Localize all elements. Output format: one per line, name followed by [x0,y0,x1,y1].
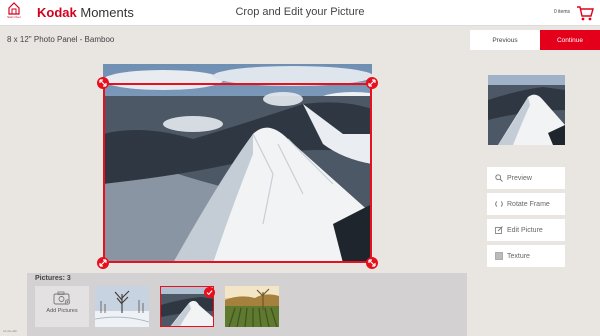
add-pictures-label: Add Pictures [46,308,78,314]
edit-picture-label: Edit Picture [507,226,543,234]
crop-handle-top-left[interactable] [97,77,109,89]
cart-icon [577,6,594,21]
product-name: 8 x 12" Photo Panel - Bamboo [7,35,115,44]
texture-icon [495,252,503,260]
preview-button[interactable]: Preview [487,167,565,189]
resize-arrow-icon [368,259,376,267]
rotate-frame-label: Rotate Frame [507,200,550,208]
crop-canvas[interactable] [97,64,378,269]
texture-label: Texture [507,252,530,260]
crop-handle-bottom-left[interactable] [97,257,109,269]
pictures-tray: Pictures: 3 Add Pictures [27,273,467,336]
footer-note: rcl-rtlu-dkh [3,329,18,333]
top-bar: Start Over Kodak Moments Crop and Edit y… [0,0,600,26]
pencil-icon [495,226,503,234]
pictures-count: Pictures: 3 [35,275,71,282]
page-title: Crop and Edit your Picture [235,6,365,18]
picture-thumbnail[interactable] [225,286,279,327]
crop-handle-bottom-right[interactable] [366,257,378,269]
crop-frame[interactable] [103,83,372,263]
edit-picture-button[interactable]: Edit Picture [487,219,565,241]
previous-button[interactable]: Previous [470,30,540,50]
crop-handle-top-right[interactable] [366,77,378,89]
rotate-frame-button[interactable]: Rotate Frame [487,193,565,215]
cart-button[interactable] [576,4,594,22]
continue-button[interactable]: Continue [540,30,600,50]
cart-count: 0 items [553,9,570,15]
selected-check-icon [204,287,215,298]
resize-arrow-icon [99,79,107,87]
add-pictures-button[interactable]: Add Pictures [35,286,89,327]
preview-label: Preview [507,174,532,182]
resize-arrow-icon [368,79,376,87]
resize-arrow-icon [99,259,107,267]
rotate-icon [495,200,503,208]
texture-button[interactable]: Texture [487,245,565,267]
product-preview-thumbnail [488,75,565,145]
picture-thumbnail[interactable] [95,286,149,327]
add-photo-icon [53,291,71,305]
magnifier-icon [495,174,503,182]
